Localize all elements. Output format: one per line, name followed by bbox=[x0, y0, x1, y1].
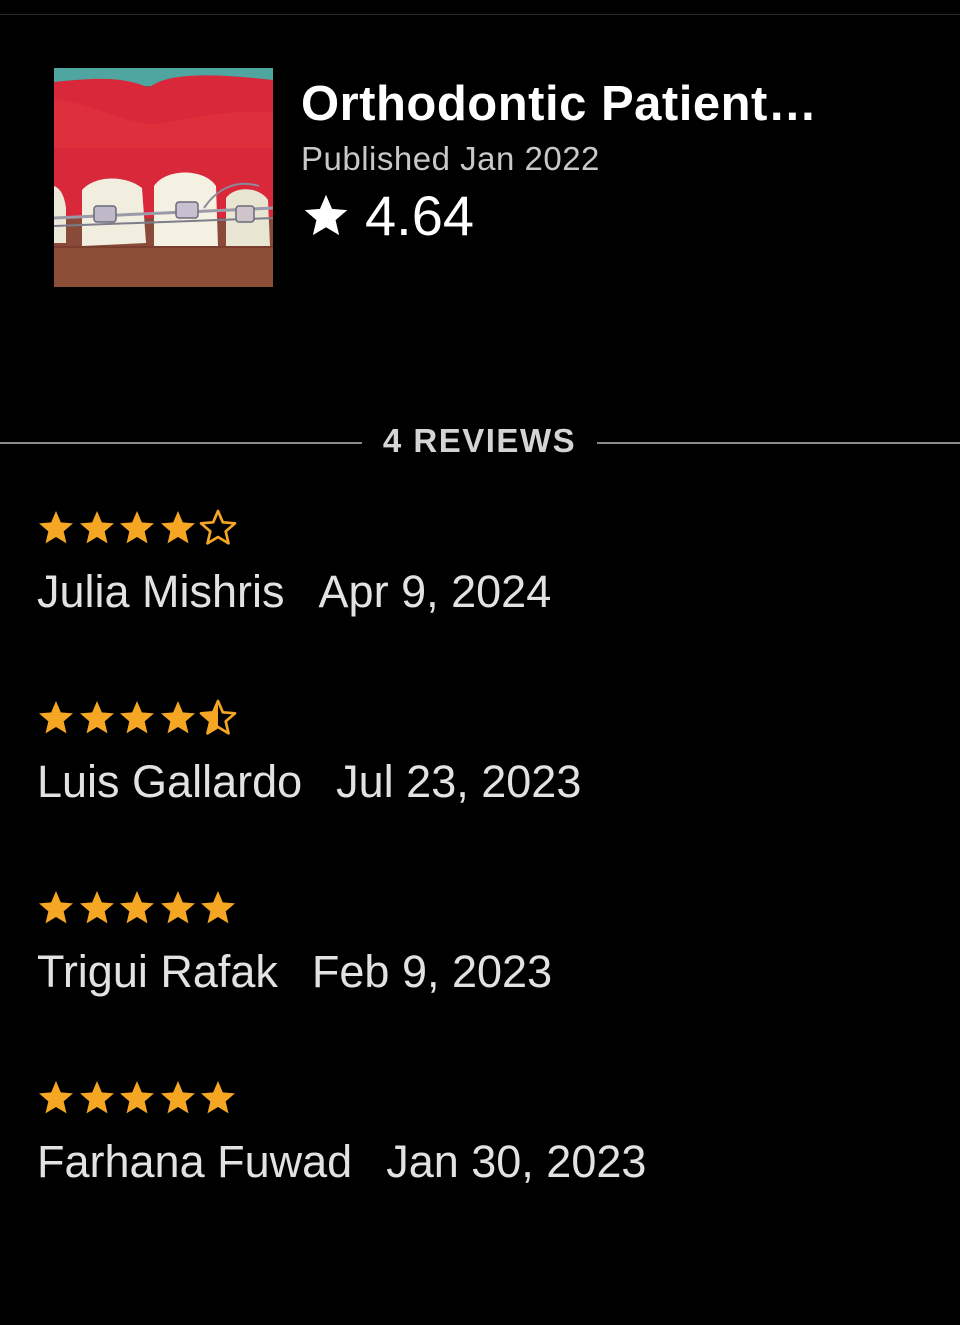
star-icon bbox=[301, 191, 351, 241]
top-divider bbox=[0, 14, 960, 15]
review-item[interactable]: Farhana Fuwad Jan 30, 2023 bbox=[36, 1078, 936, 1268]
divider-line bbox=[0, 442, 362, 444]
review-date: Jan 30, 2023 bbox=[386, 1136, 647, 1187]
reviewer-name[interactable]: Farhana Fuwad bbox=[37, 1136, 352, 1187]
review-star-rating bbox=[36, 698, 239, 738]
divider-line bbox=[597, 442, 960, 444]
review-item[interactable]: Trigui Rafak Feb 9, 2023 bbox=[36, 888, 936, 1078]
review-meta: Julia Mishris Apr 9, 2024 bbox=[37, 566, 551, 618]
reviews-count-heading: 4 REVIEWS bbox=[382, 422, 577, 459]
star-filled-icon bbox=[158, 508, 198, 548]
star-filled-icon bbox=[77, 888, 117, 928]
star-filled-icon bbox=[198, 1078, 238, 1118]
review-meta: Farhana Fuwad Jan 30, 2023 bbox=[37, 1136, 646, 1188]
star-filled-icon bbox=[117, 888, 157, 928]
review-star-rating bbox=[36, 1078, 239, 1118]
reviewer-name[interactable]: Luis Gallardo bbox=[37, 756, 302, 807]
reviews-list: Julia Mishris Apr 9, 2024 Luis Gallardo Ju… bbox=[36, 508, 936, 1268]
reviews-divider: 4 REVIEWS bbox=[0, 420, 960, 466]
star-filled-icon bbox=[77, 1078, 117, 1118]
review-star-rating bbox=[36, 508, 239, 548]
reviewer-name[interactable]: Julia Mishris bbox=[37, 566, 285, 617]
review-star-rating bbox=[36, 888, 239, 928]
star-filled-icon bbox=[158, 698, 198, 738]
review-date: Jul 23, 2023 bbox=[336, 756, 582, 807]
star-filled-icon bbox=[158, 888, 198, 928]
star-filled-icon bbox=[77, 698, 117, 738]
star-outline-icon bbox=[198, 508, 238, 548]
star-filled-icon bbox=[36, 888, 76, 928]
book-header: Orthodontic Patient… Published Jan 2022 … bbox=[54, 68, 934, 288]
book-title[interactable]: Orthodontic Patient… bbox=[301, 76, 901, 132]
star-filled-icon bbox=[117, 508, 157, 548]
review-meta: Trigui Rafak Feb 9, 2023 bbox=[37, 946, 552, 998]
star-filled-icon bbox=[198, 888, 238, 928]
star-half-icon bbox=[198, 698, 238, 738]
review-item[interactable]: Luis Gallardo Jul 23, 2023 bbox=[36, 698, 936, 888]
star-filled-icon bbox=[158, 1078, 198, 1118]
review-date: Apr 9, 2024 bbox=[318, 566, 552, 617]
reviews-screen: Orthodontic Patient… Published Jan 2022 … bbox=[0, 0, 960, 1325]
reviewer-name[interactable]: Trigui Rafak bbox=[37, 946, 278, 997]
star-filled-icon bbox=[36, 1078, 76, 1118]
average-rating: 4.64 bbox=[301, 186, 474, 246]
published-date: Published Jan 2022 bbox=[301, 140, 600, 177]
star-filled-icon bbox=[36, 698, 76, 738]
review-item[interactable]: Julia Mishris Apr 9, 2024 bbox=[36, 508, 936, 698]
star-filled-icon bbox=[77, 508, 117, 548]
star-filled-icon bbox=[117, 698, 157, 738]
book-cover-image[interactable] bbox=[54, 68, 273, 287]
star-filled-icon bbox=[36, 508, 76, 548]
review-meta: Luis Gallardo Jul 23, 2023 bbox=[37, 756, 581, 808]
rating-value: 4.64 bbox=[365, 184, 474, 247]
star-filled-icon bbox=[117, 1078, 157, 1118]
review-date: Feb 9, 2023 bbox=[311, 946, 553, 997]
